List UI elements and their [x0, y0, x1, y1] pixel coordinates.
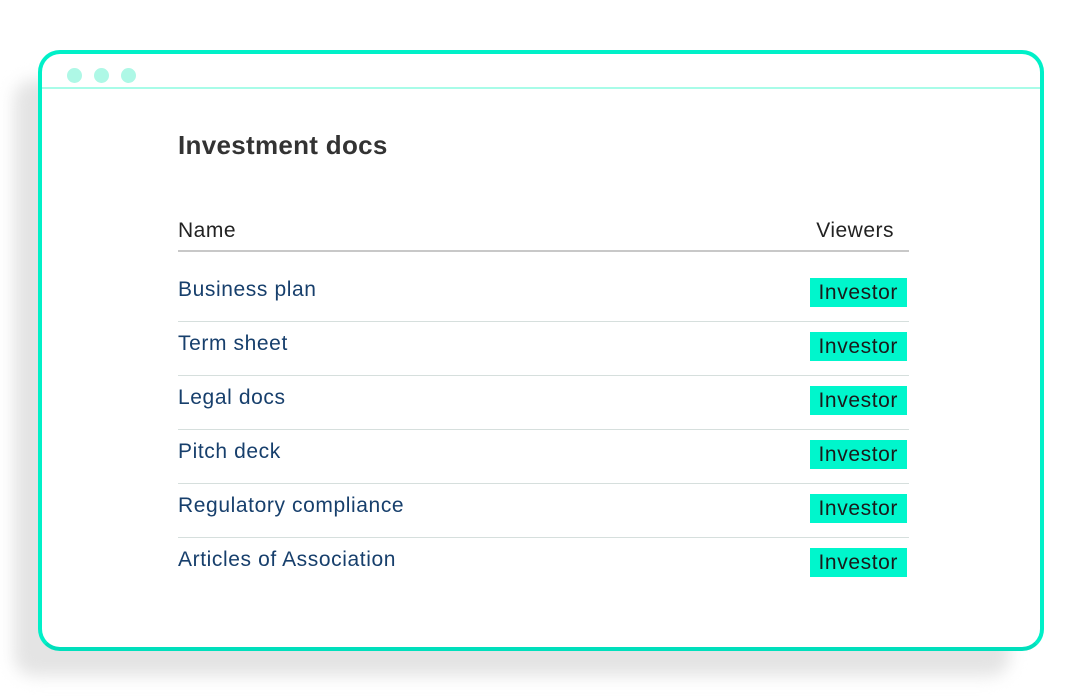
table-row: Business plan Investor: [178, 268, 909, 322]
window-dot-icon[interactable]: [121, 68, 136, 83]
viewer-badge: Investor: [809, 494, 907, 523]
viewer-badge: Investor: [809, 386, 907, 415]
window-dot-icon[interactable]: [67, 68, 82, 83]
window-titlebar: [42, 54, 1040, 89]
document-link[interactable]: Articles of Association: [178, 548, 396, 572]
viewer-badge: Investor: [809, 278, 907, 307]
document-link[interactable]: Business plan: [178, 278, 317, 302]
window-dot-icon[interactable]: [94, 68, 109, 83]
document-link[interactable]: Legal docs: [178, 386, 286, 410]
documents-table-body: Business plan Investor Term sheet Invest…: [178, 268, 909, 591]
page-title: Investment docs: [178, 130, 388, 160]
viewer-badge: Investor: [809, 440, 907, 469]
viewer-badge: Investor: [809, 548, 907, 577]
document-link[interactable]: Pitch deck: [178, 440, 281, 464]
table-header: Name Viewers: [178, 214, 909, 252]
column-header-viewers: Viewers: [816, 219, 894, 242]
document-link[interactable]: Regulatory compliance: [178, 494, 404, 518]
column-header-name: Name: [178, 219, 237, 242]
table-row: Legal docs Investor: [178, 376, 909, 430]
document-link[interactable]: Term sheet: [178, 332, 288, 356]
table-row: Regulatory compliance Investor: [178, 484, 909, 538]
table-row: Term sheet Investor: [178, 322, 909, 376]
table-row: Articles of Association Investor: [178, 538, 909, 591]
viewer-badge: Investor: [809, 332, 907, 361]
app-window: Investment docs Name Viewers Business pl…: [38, 50, 1044, 651]
table-row: Pitch deck Investor: [178, 430, 909, 484]
